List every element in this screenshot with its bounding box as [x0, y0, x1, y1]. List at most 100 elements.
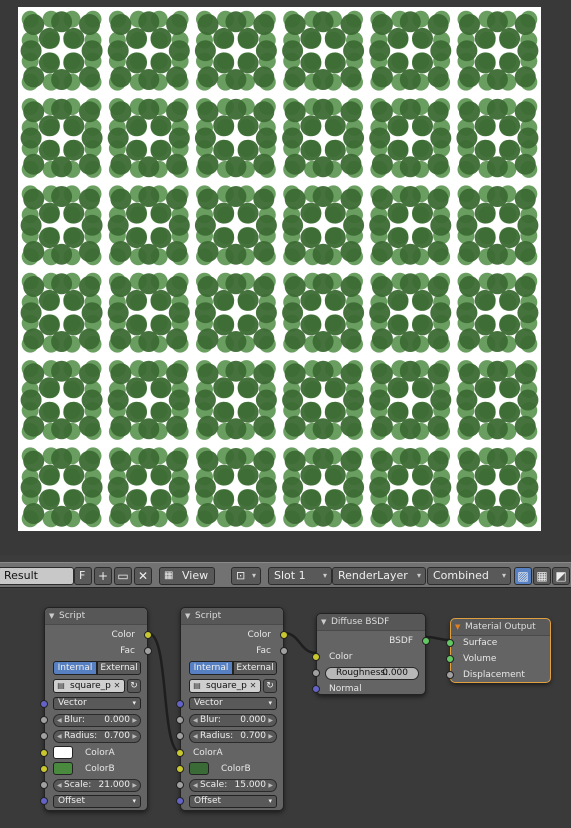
reload-script-icon[interactable]: ↻	[263, 679, 277, 693]
scale-label: Scale:	[200, 780, 228, 790]
offset-label: Offset	[194, 796, 222, 806]
image-name-text: Result	[4, 569, 38, 582]
script-selector[interactable]: ▤ square_p ✕	[189, 679, 261, 693]
input-normal-socket[interactable]	[312, 685, 320, 693]
radius-field[interactable]: ◀ Radius: 0.700 ▶	[189, 730, 277, 743]
vector-dropdown[interactable]: Vector ▾	[53, 697, 141, 710]
chevron-down-icon: ▾	[268, 699, 272, 707]
output-color-label: Color	[247, 630, 272, 640]
input-color-socket[interactable]	[312, 653, 320, 661]
node-title: Diffuse BSDF	[331, 617, 390, 627]
input-vector-socket[interactable]	[40, 700, 48, 708]
fake-user-button[interactable]: F	[74, 567, 92, 585]
radius-field[interactable]: ◀ Radius: 0.700 ▶	[53, 730, 141, 743]
image-name-field[interactable]: Result	[0, 567, 74, 585]
draw-alpha-icon[interactable]: ▦	[533, 567, 551, 585]
colorb-swatch[interactable]	[53, 762, 73, 775]
reload-script-icon[interactable]: ↻	[127, 679, 141, 693]
draw-color-icon[interactable]: ▨	[514, 567, 532, 585]
input-scale-socket[interactable]	[176, 781, 184, 789]
input-offset-socket[interactable]	[176, 797, 184, 805]
input-vector-socket[interactable]	[176, 700, 184, 708]
roughness-label: Roughness:	[336, 668, 389, 678]
input-colorb-socket[interactable]	[40, 765, 48, 773]
output-color-label: Color	[111, 630, 136, 640]
mode-external-button[interactable]: External	[233, 661, 277, 675]
output-bsdf-socket[interactable]	[422, 637, 430, 645]
text-file-icon: ▤	[57, 681, 65, 690]
view-menu[interactable]: ▦ View	[159, 567, 215, 585]
input-surface-socket[interactable]	[446, 639, 454, 647]
input-offset-socket[interactable]	[40, 797, 48, 805]
blur-label: Blur:	[200, 715, 221, 725]
input-volume-socket[interactable]	[446, 655, 454, 663]
offset-dropdown[interactable]: Offset ▾	[189, 795, 277, 808]
close-icon[interactable]: ✕	[112, 681, 122, 691]
image-editor-icon: ▦	[164, 570, 174, 581]
output-fac-socket[interactable]	[144, 647, 152, 655]
material-output-node[interactable]: ▼ Material Output Surface Volume Displace…	[446, 618, 551, 683]
script-node-2-header[interactable]: ▼ Script	[181, 608, 283, 625]
script-name: square_p	[206, 681, 247, 691]
input-normal-label: Normal	[329, 684, 362, 694]
scale-value: 15.000	[234, 780, 267, 790]
colora-label: ColorA	[193, 748, 223, 758]
script-selector[interactable]: ▤ square_p ✕	[53, 679, 125, 693]
vector-dropdown[interactable]: Vector ▾	[189, 697, 277, 710]
radius-value: 0.700	[240, 731, 266, 741]
input-blur-socket[interactable]	[176, 716, 184, 724]
input-colora-socket[interactable]	[176, 749, 184, 757]
diffuse-bsdf-node[interactable]: ▼ Diffuse BSDF BSDF Color Roughness: 0.000…	[312, 613, 430, 695]
new-image-icon[interactable]: +	[94, 567, 112, 585]
slot-label: Slot 1	[274, 569, 306, 582]
radius-value: 0.700	[104, 731, 130, 741]
vector-label: Vector	[58, 698, 87, 708]
scale-field[interactable]: ◀ Scale: 21.000 ▶	[53, 779, 141, 792]
mode-external-button[interactable]: External	[97, 661, 141, 675]
input-colorb-socket[interactable]	[176, 765, 184, 773]
script-node-1[interactable]: ▼ Script Color Fac Internal External ▤ sq…	[40, 607, 152, 811]
output-fac-socket[interactable]	[280, 647, 288, 655]
script-node-2[interactable]: ▼ Script Color Fac Internal External ▤ sq…	[176, 607, 288, 811]
material-output-header[interactable]: ▼ Material Output	[451, 619, 550, 636]
render-pass-dropdown[interactable]: Combined ▾	[427, 567, 511, 585]
close-icon[interactable]: ✕	[134, 567, 152, 585]
roughness-field[interactable]: Roughness: 0.000	[325, 667, 419, 680]
colorb-swatch[interactable]	[189, 762, 209, 775]
diffuse-bsdf-header[interactable]: ▼ Diffuse BSDF	[317, 614, 425, 631]
collapse-icon[interactable]: ▼	[185, 608, 190, 625]
mode-internal-button[interactable]: Internal	[189, 661, 233, 675]
open-folder-icon[interactable]: ▭	[114, 567, 132, 585]
draw-zbuffer-icon[interactable]: ◩	[552, 567, 570, 585]
node-editor[interactable]: ▼ Script Color Fac Internal External ▤ sq…	[0, 589, 571, 828]
input-displacement-socket[interactable]	[446, 671, 454, 679]
blur-value: 0.000	[240, 715, 266, 725]
blur-field[interactable]: ◀ Blur: 0.000 ▶	[53, 714, 141, 727]
input-roughness-socket[interactable]	[312, 669, 320, 677]
input-radius-socket[interactable]	[40, 732, 48, 740]
render-pass-label: Combined	[433, 569, 489, 582]
script-node-1-header[interactable]: ▼ Script	[45, 608, 147, 625]
render-layer-label: RenderLayer	[338, 569, 408, 582]
image-editor-header: Result F + ▭ ✕ ▦ View ⊡ ▾ Slot 1 ▾ Rende…	[0, 562, 571, 588]
input-radius-socket[interactable]	[176, 732, 184, 740]
mode-internal-button[interactable]: Internal	[53, 661, 97, 675]
input-colora-socket[interactable]	[40, 749, 48, 757]
render-layer-dropdown[interactable]: RenderLayer ▾	[332, 567, 426, 585]
collapse-icon[interactable]: ▼	[455, 619, 460, 636]
collapse-icon[interactable]: ▼	[49, 608, 54, 625]
pivot-dropdown[interactable]: ⊡ ▾	[231, 567, 261, 585]
colora-swatch[interactable]	[53, 746, 73, 759]
close-icon[interactable]: ✕	[248, 681, 258, 691]
input-scale-socket[interactable]	[40, 781, 48, 789]
input-volume-label: Volume	[463, 654, 497, 664]
blur-field[interactable]: ◀ Blur: 0.000 ▶	[189, 714, 277, 727]
slot-dropdown[interactable]: Slot 1 ▾	[268, 567, 332, 585]
scale-field[interactable]: ◀ Scale: 15.000 ▶	[189, 779, 277, 792]
output-color-socket[interactable]	[280, 631, 288, 639]
input-blur-socket[interactable]	[40, 716, 48, 724]
collapse-icon[interactable]: ▼	[321, 614, 326, 631]
offset-dropdown[interactable]: Offset ▾	[53, 795, 141, 808]
output-color-socket[interactable]	[144, 631, 152, 639]
chevron-down-icon: ▾	[416, 571, 421, 580]
